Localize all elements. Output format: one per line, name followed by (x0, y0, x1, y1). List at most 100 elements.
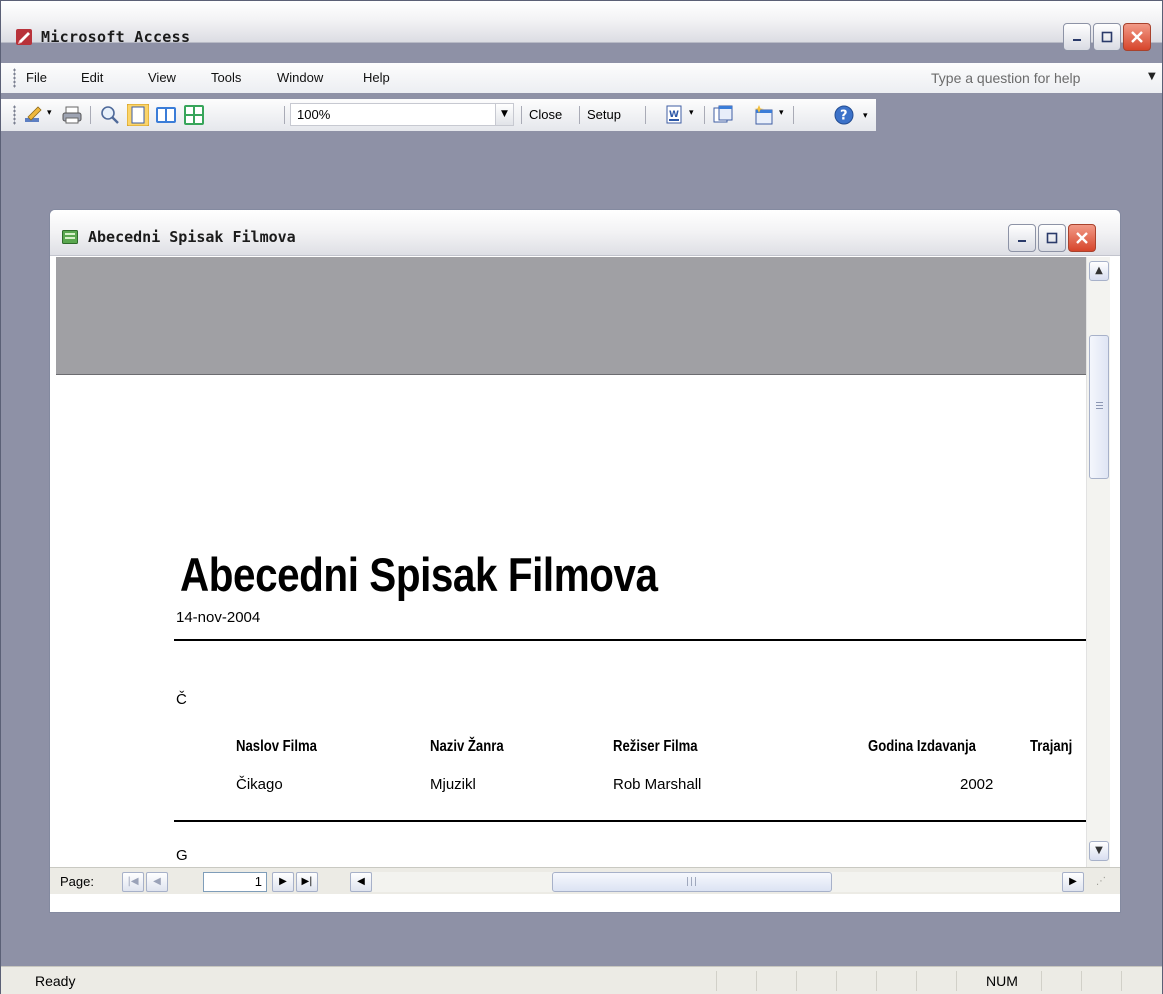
vertical-scrollbar[interactable]: ▲ ▼ (1086, 257, 1110, 867)
access-logo-icon (16, 29, 32, 45)
svg-text:W: W (669, 110, 679, 120)
toolbar-separator (793, 106, 794, 124)
minimize-button[interactable] (1063, 23, 1091, 51)
toolbar-separator (284, 106, 285, 124)
minimize-icon (1073, 39, 1081, 41)
view-dropdown-icon[interactable]: ▾ (47, 108, 52, 118)
two-pages-icon[interactable] (155, 104, 177, 126)
column-header-naslov: Naslov Filma (236, 738, 317, 755)
app-title-bar[interactable]: Microsoft Access (1, 1, 1162, 51)
close-icon (1131, 31, 1143, 43)
multiple-pages-icon[interactable] (183, 104, 205, 126)
num-lock-indicator: NUM (986, 973, 1018, 989)
report-window-title-bar[interactable]: Abecedni Spisak Filmova (50, 210, 1120, 256)
help-icon[interactable]: ? (833, 104, 855, 126)
toolbar-grip-icon[interactable] (13, 105, 16, 125)
toolbar-separator (704, 106, 705, 124)
thumb-grip (1096, 405, 1103, 406)
horizontal-scrollbar[interactable]: ||| (372, 872, 1084, 892)
one-page-icon[interactable] (127, 104, 149, 126)
group-header-letter: G (176, 847, 188, 864)
scroll-up-button[interactable]: ▲ (1089, 261, 1109, 281)
horizontal-scroll-thumb[interactable]: ||| (552, 872, 832, 892)
office-links-dropdown-icon[interactable]: ▾ (689, 108, 694, 118)
menu-window[interactable]: Window (277, 70, 323, 85)
group-header-letter: Č (176, 691, 187, 708)
status-text: Ready (35, 973, 76, 989)
minimize-icon (1018, 240, 1026, 242)
access-application-window: Microsoft Access File Edit View Tools Wi… (0, 0, 1163, 994)
cell-godina: 2002 (960, 776, 994, 793)
page-margin-area (56, 257, 1086, 375)
report-minimize-button[interactable] (1008, 224, 1036, 252)
status-panel-divider (876, 971, 877, 991)
report-preview-window: Abecedni Spisak Filmova Abecedni Spisak … (49, 209, 1121, 913)
report-maximize-button[interactable] (1038, 224, 1066, 252)
status-panel-divider (836, 971, 837, 991)
toolbar-separator (521, 106, 522, 124)
menu-file[interactable]: File (26, 70, 47, 85)
help-dropdown-icon[interactable]: ▼ (1148, 71, 1156, 82)
database-window-icon[interactable] (712, 104, 734, 126)
view-icon[interactable] (23, 104, 45, 126)
scroll-down-button[interactable]: ▼ (1089, 841, 1109, 861)
menu-help[interactable]: Help (363, 70, 390, 85)
new-object-dropdown-icon[interactable]: ▾ (779, 108, 784, 118)
record-navigation-bar: Page: |◀ ◀ 1 ▶ ▶| ◀ ||| ▶ ⋰ (50, 867, 1120, 894)
status-panel-divider (956, 971, 957, 991)
page-number-input[interactable]: 1 (203, 872, 267, 892)
print-preview-toolbar: ▾ 100% ▼ Close Setup W ▾ ▾ ? ▾ (1, 99, 876, 131)
report-icon (62, 230, 78, 244)
toolbar-separator (90, 106, 91, 124)
previous-page-button[interactable]: ◀ (146, 872, 168, 892)
close-icon (1076, 232, 1088, 244)
report-date: 14-nov-2004 (176, 609, 261, 626)
report-page[interactable]: Abecedni Spisak Filmova 14-nov-2004 Č Na… (56, 257, 1086, 867)
menu-edit[interactable]: Edit (81, 70, 103, 85)
scroll-left-button[interactable]: ◀ (350, 872, 372, 892)
setup-button[interactable]: Setup (587, 107, 621, 122)
report-close-button[interactable] (1068, 224, 1096, 252)
column-header-reziser: Režiser Filma (613, 738, 698, 755)
first-page-button[interactable]: |◀ (122, 872, 144, 892)
toolbar-separator (579, 106, 580, 124)
app-title: Microsoft Access (41, 28, 191, 46)
header-divider (174, 639, 1086, 641)
maximize-icon (1046, 232, 1058, 244)
help-search-box[interactable]: Type a question for help (931, 70, 1080, 86)
zoom-icon[interactable] (99, 104, 121, 126)
zoom-dropdown-icon[interactable]: ▼ (495, 104, 513, 125)
status-panel-divider (1081, 971, 1082, 991)
maximize-button[interactable] (1093, 23, 1121, 51)
column-header-godina: Godina Izdavanja (868, 738, 976, 755)
menu-tools[interactable]: Tools (211, 70, 241, 85)
vertical-scroll-thumb[interactable] (1089, 335, 1109, 479)
cell-naslov: Čikago (236, 776, 283, 793)
status-bar: Ready NUM (1, 966, 1162, 994)
column-header-trajanje: Trajanj (1030, 738, 1073, 755)
scroll-right-button[interactable]: ▶ (1062, 872, 1084, 892)
status-panel-divider (796, 971, 797, 991)
group-divider (174, 820, 1086, 822)
status-panel-divider (716, 971, 717, 991)
resize-grip-icon[interactable]: ⋰ (1096, 876, 1106, 887)
last-page-button[interactable]: ▶| (296, 872, 318, 892)
office-links-icon[interactable]: W (663, 104, 685, 126)
print-icon[interactable] (61, 104, 83, 126)
close-button[interactable] (1123, 23, 1151, 51)
close-preview-button[interactable]: Close (529, 107, 562, 122)
zoom-combobox[interactable]: 100% ▼ (290, 103, 514, 126)
status-panel-divider (916, 971, 917, 991)
menu-bar: File Edit View Tools Window Help Type a … (1, 63, 1162, 93)
app-window-controls (1063, 23, 1151, 51)
new-object-icon[interactable] (753, 104, 775, 126)
maximize-icon (1101, 31, 1113, 43)
menu-view[interactable]: View (148, 70, 176, 85)
status-panel-divider (1041, 971, 1042, 991)
report-title: Abecedni Spisak Filmova (180, 548, 658, 601)
toolbar-options-icon[interactable]: ▾ (863, 111, 868, 121)
next-page-button[interactable]: ▶ (272, 872, 294, 892)
thumb-grip (1096, 408, 1103, 409)
column-header-zanr: Naziv Žanra (430, 738, 504, 755)
menubar-grip-icon[interactable] (13, 68, 16, 88)
